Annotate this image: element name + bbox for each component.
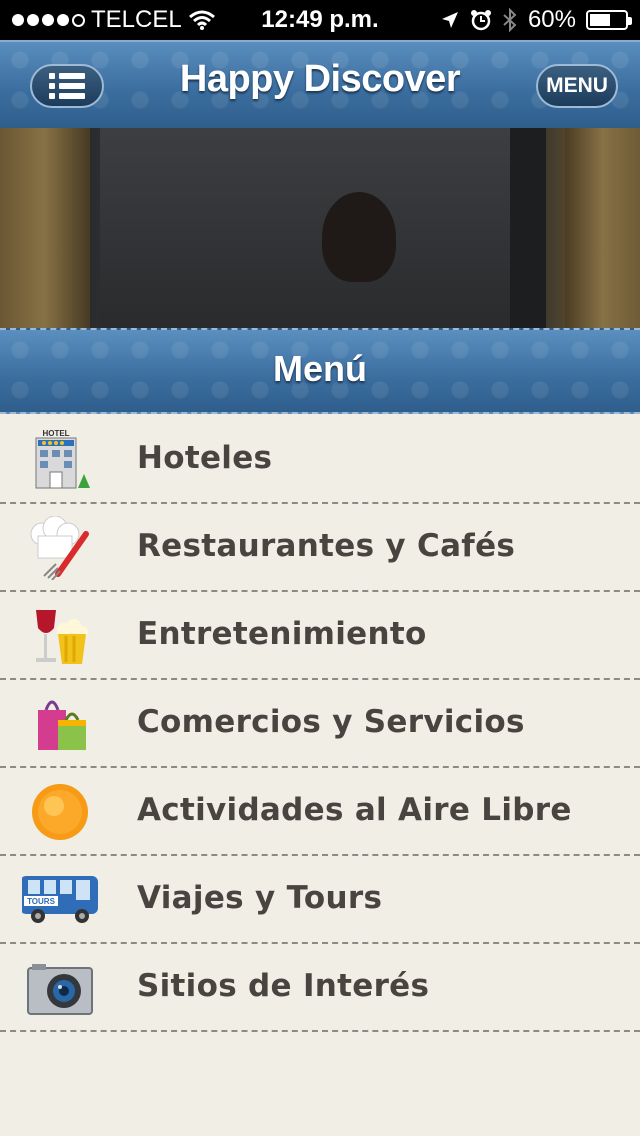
curtain-left <box>0 128 90 328</box>
sun-icon <box>32 784 88 840</box>
bus-sign-text: TOURS <box>27 897 56 906</box>
menu-item-sitios[interactable]: Sitios de Interés <box>0 944 640 1032</box>
status-right: 60% <box>440 6 632 34</box>
menu-list: HOTEL Hoteles Restaurantes y Cafés Entre… <box>0 416 640 1032</box>
status-bar: TELCEL 12:49 p.m. 60% <box>0 0 640 40</box>
menu-item-label: Comercios y Servicios <box>137 704 525 740</box>
navigation-bar: Happy Discover MENU <box>0 40 640 130</box>
section-title: Menú <box>273 348 367 389</box>
menu-button[interactable]: MENU <box>536 64 618 108</box>
menu-item-label: Restaurantes y Cafés <box>137 528 516 564</box>
window-frame <box>510 128 546 328</box>
chef-hat-icon <box>30 516 89 580</box>
camera-icon <box>27 964 93 1015</box>
menu-item-actividades[interactable]: Actividades al Aire Libre <box>0 768 640 856</box>
hero-photo <box>0 128 640 328</box>
menu-item-comercios[interactable]: Comercios y Servicios <box>0 680 640 768</box>
menu-item-label: Sitios de Interés <box>137 968 430 1004</box>
hotel-sign-text: HOTEL <box>42 429 69 438</box>
bluetooth-icon <box>503 8 517 32</box>
wine-popcorn-icon <box>36 610 88 664</box>
curtain-right <box>565 128 640 328</box>
menu-item-label: Entretenimiento <box>137 616 427 652</box>
menu-item-restaurantes[interactable]: Restaurantes y Cafés <box>0 504 640 592</box>
person-silhouette <box>322 192 396 282</box>
shopping-bags-icon <box>38 700 86 750</box>
menu-item-label: Actividades al Aire Libre <box>137 792 572 828</box>
section-header: Menú <box>0 328 640 414</box>
menu-item-label: Hoteles <box>137 440 273 476</box>
location-arrow-icon <box>441 12 458 28</box>
window-view <box>100 128 540 328</box>
battery-percent: 60% <box>527 6 576 33</box>
battery-icon <box>586 10 632 30</box>
menu-item-viajes[interactable]: TOURS Viajes y Tours <box>0 856 640 944</box>
tour-bus-icon: TOURS <box>22 876 98 923</box>
menu-item-entretenimiento[interactable]: Entretenimiento <box>0 592 640 680</box>
hotel-icon: HOTEL <box>35 429 90 489</box>
menu-item-hoteles[interactable]: HOTEL Hoteles <box>0 416 640 504</box>
menu-item-label: Viajes y Tours <box>137 880 383 916</box>
alarm-icon <box>470 10 491 31</box>
